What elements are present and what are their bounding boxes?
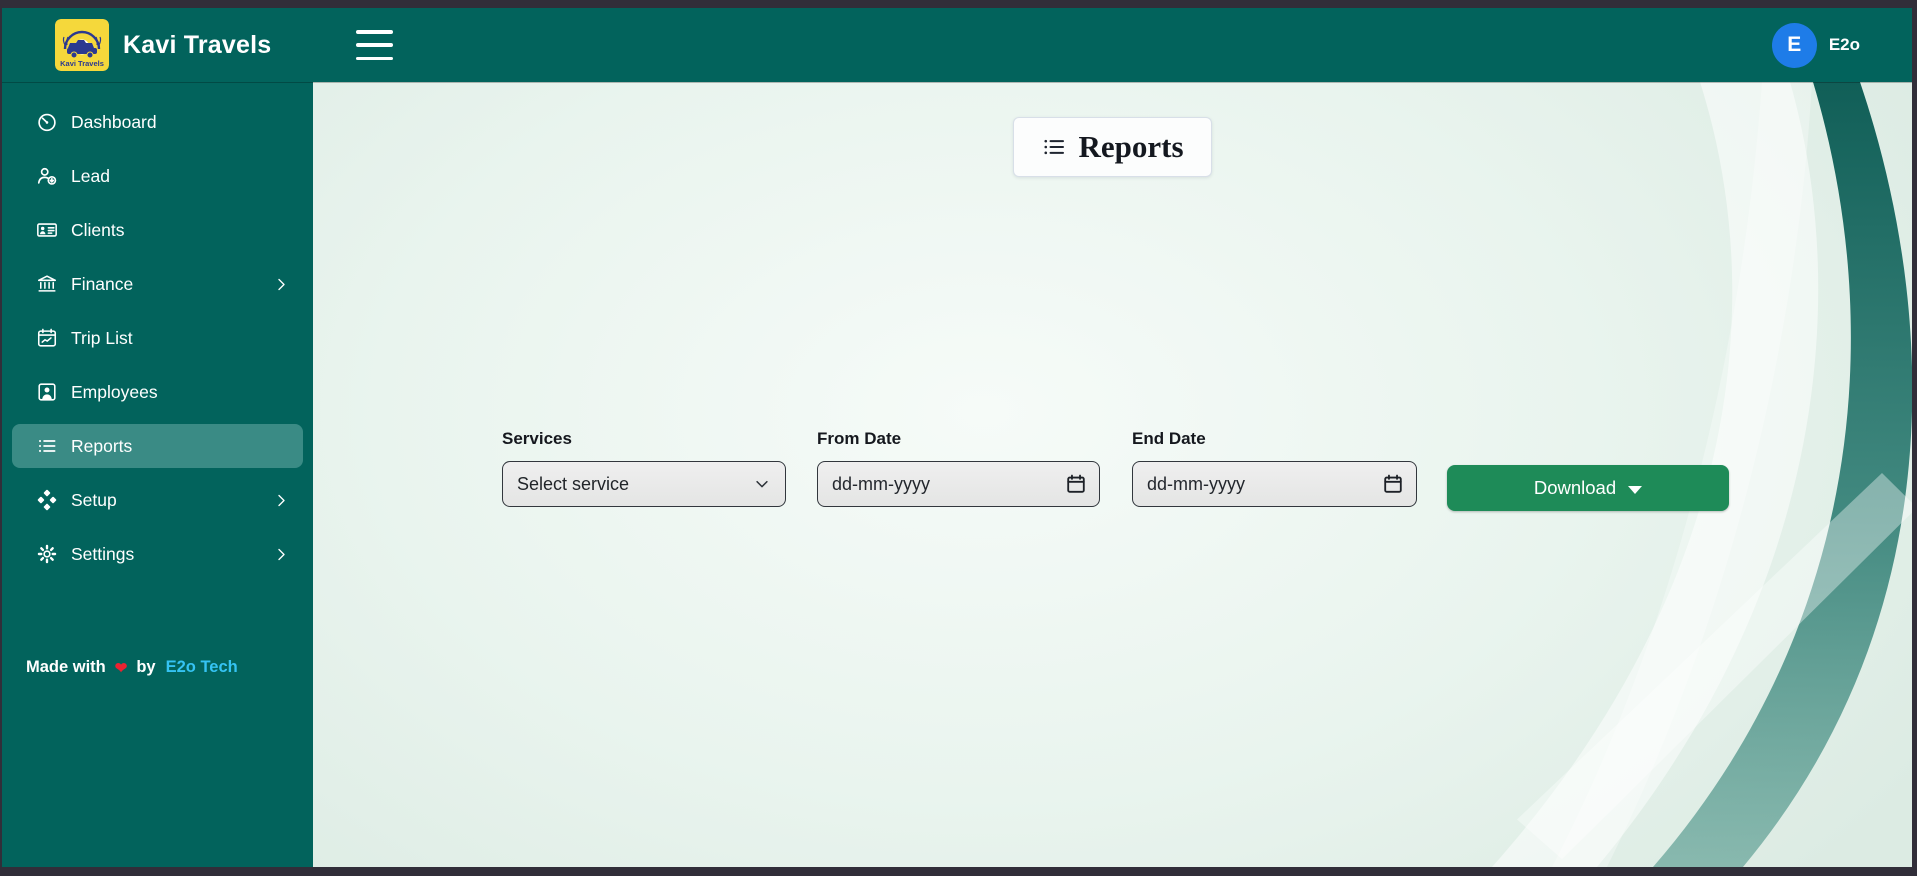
chevron-right-icon — [274, 493, 289, 508]
bank-icon — [36, 273, 58, 295]
page-title-card: Reports — [1013, 117, 1212, 177]
services-selected-value: Select service — [517, 473, 630, 494]
credit-by: by — [136, 658, 156, 676]
services-select[interactable]: Select service — [502, 461, 786, 507]
sidebar-item-dashboard[interactable]: Dashboard — [12, 100, 303, 144]
calendar-icon[interactable] — [1065, 473, 1087, 495]
calendar-icon[interactable] — [1382, 473, 1404, 495]
calendar-chart-icon — [36, 327, 58, 349]
chevron-right-icon — [274, 277, 289, 292]
caret-down-icon — [1628, 485, 1643, 494]
sidebar-item-employees[interactable]: Employees — [12, 370, 303, 414]
app-window: Kavi Travels Kavi Travels E E2o Dashboar… — [2, 8, 1912, 867]
sidebar: Dashboard Lead Clients Finance Trip List… — [2, 82, 313, 867]
user-avatar[interactable]: E — [1771, 22, 1817, 68]
sidebar-item-lead[interactable]: Lead — [12, 154, 303, 198]
sidebar-item-settings[interactable]: Settings — [12, 532, 303, 576]
topbar: Kavi Travels Kavi Travels E E2o — [2, 8, 1912, 82]
person-badge-icon — [36, 381, 58, 403]
sidebar-item-label: Trip List — [71, 327, 133, 348]
gear-icon — [36, 543, 58, 565]
brand-logo: Kavi Travels — [55, 19, 109, 71]
chevron-right-icon — [274, 547, 289, 562]
download-button-label: Download — [1533, 477, 1617, 498]
brand-title: Kavi Travels — [123, 30, 272, 59]
main-content: Reports Services Select service From Dat… — [313, 82, 1912, 867]
chevron-down-icon — [753, 475, 771, 493]
sidebar-footer-credit: Made with ❤ by E2o Tech — [26, 658, 238, 677]
speedometer-icon — [36, 111, 58, 133]
user-name[interactable]: E2o — [1829, 35, 1860, 55]
sidebar-item-label: Clients — [71, 219, 125, 240]
sidebar-item-label: Settings — [71, 543, 135, 564]
sidebar-item-label: Finance — [71, 273, 134, 294]
sidebar-item-trip-list[interactable]: Trip List — [12, 316, 303, 360]
sidebar-item-label: Reports — [71, 435, 133, 456]
page-title: Reports — [1078, 129, 1184, 164]
person-vcard-icon — [36, 219, 58, 241]
hamburger-menu-icon[interactable] — [356, 30, 394, 60]
from-date-input[interactable] — [817, 461, 1100, 507]
sidebar-item-clients[interactable]: Clients — [12, 208, 303, 252]
credit-link[interactable]: E2o Tech — [166, 658, 238, 677]
sidebar-item-finance[interactable]: Finance — [12, 262, 303, 306]
services-label: Services — [502, 429, 572, 448]
sidebar-item-label: Setup — [71, 489, 117, 510]
end-date-label: End Date — [1132, 429, 1206, 448]
end-date-input[interactable] — [1132, 461, 1417, 507]
heart-icon: ❤ — [114, 659, 128, 677]
sidebar-item-label: Dashboard — [71, 111, 157, 132]
diamond-grid-icon — [36, 489, 58, 511]
list-icon — [1041, 134, 1067, 160]
sidebar-item-label: Lead — [71, 165, 110, 186]
sidebar-item-setup[interactable]: Setup — [12, 478, 303, 522]
credit-prefix: Made with — [26, 658, 106, 676]
person-down-icon — [36, 165, 58, 187]
from-date-label: From Date — [817, 429, 902, 448]
logo-text: Kavi Travels — [60, 59, 104, 68]
sidebar-item-reports[interactable]: Reports — [12, 424, 303, 468]
list-icon — [36, 435, 58, 457]
sidebar-item-label: Employees — [71, 381, 158, 402]
download-button[interactable]: Download — [1447, 465, 1729, 511]
